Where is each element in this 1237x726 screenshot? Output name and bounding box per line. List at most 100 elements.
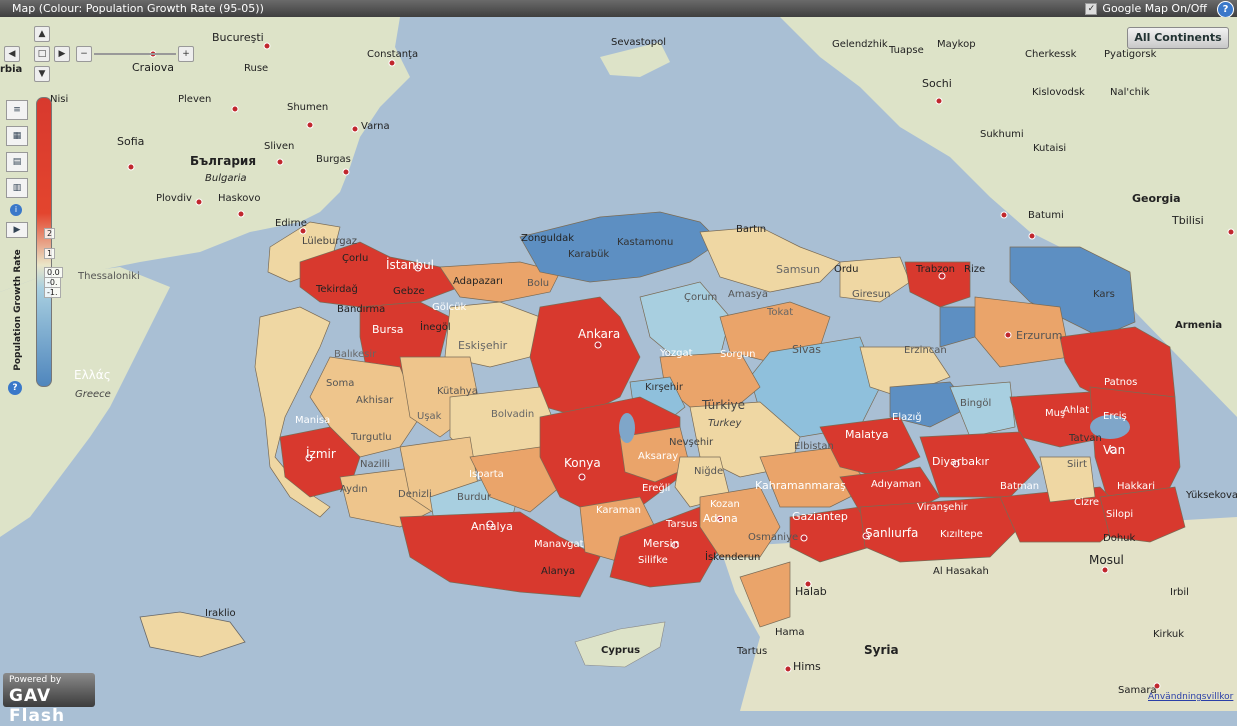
- svg-text:Aksaray: Aksaray: [638, 451, 678, 462]
- color-legend-bar[interactable]: [36, 97, 52, 387]
- svg-text:İzmir: İzmir: [306, 446, 336, 461]
- svg-text:Karaman: Karaman: [596, 505, 641, 516]
- svg-text:Antalya: Antalya: [471, 520, 513, 533]
- map-canvas[interactable]: Bucureşti Constanţa Craiova Ruse Pleven …: [0, 17, 1237, 711]
- svg-text:Irbil: Irbil: [1170, 587, 1189, 598]
- tool-table-icon[interactable]: ▤: [6, 152, 28, 172]
- svg-text:Bucureşti: Bucureşti: [212, 31, 264, 44]
- pan-left-button[interactable]: ◀: [4, 46, 20, 62]
- help-icon[interactable]: ?: [1217, 1, 1234, 18]
- svg-text:Samsun: Samsun: [776, 263, 820, 276]
- svg-text:Halab: Halab: [795, 585, 827, 598]
- svg-text:Kislovodsk: Kislovodsk: [1032, 87, 1085, 98]
- svg-text:Çorum: Çorum: [684, 292, 717, 303]
- svg-text:Bulgaria: Bulgaria: [205, 173, 246, 184]
- svg-text:Eskişehir: Eskişehir: [458, 339, 508, 352]
- svg-text:Alanya: Alanya: [541, 566, 575, 577]
- svg-text:Plovdiv: Plovdiv: [156, 193, 192, 204]
- svg-text:Haskovo: Haskovo: [218, 193, 260, 204]
- svg-text:Nal'chik: Nal'chik: [1110, 87, 1150, 98]
- svg-text:İstanbul: İstanbul: [386, 257, 434, 272]
- svg-text:İskenderun: İskenderun: [705, 550, 760, 563]
- svg-text:Mersin: Mersin: [643, 537, 680, 550]
- legend-title: Population Growth Rate: [13, 249, 23, 371]
- svg-text:Turgutlu: Turgutlu: [350, 432, 392, 443]
- svg-text:Adıyaman: Adıyaman: [871, 479, 921, 490]
- svg-text:İnegöl: İnegöl: [420, 320, 451, 333]
- svg-text:Osmaniye: Osmaniye: [748, 532, 798, 543]
- map-svg[interactable]: Bucureşti Constanţa Craiova Ruse Pleven …: [0, 17, 1237, 711]
- svg-text:Isparta: Isparta: [469, 469, 504, 480]
- svg-text:Gebze: Gebze: [393, 286, 425, 297]
- pan-center-button[interactable]: □: [34, 46, 50, 62]
- svg-text:Amasya: Amasya: [728, 289, 768, 300]
- svg-text:Maykop: Maykop: [937, 39, 976, 50]
- lake-tuz: [619, 413, 635, 443]
- play-button[interactable]: ▶: [6, 222, 28, 238]
- tool-bar: ≡ ▦ ▤ ▥ i ▶: [6, 100, 28, 244]
- svg-text:Gaziantep: Gaziantep: [792, 510, 848, 523]
- svg-text:Karabük: Karabük: [568, 249, 609, 260]
- terms-link[interactable]: Användningsvillkor: [1148, 692, 1233, 702]
- pan-right-button[interactable]: ▶: [54, 46, 70, 62]
- svg-text:Tuapse: Tuapse: [888, 45, 924, 56]
- svg-text:Lüleburgaz: Lüleburgaz: [302, 236, 357, 247]
- svg-text:Georgia: Georgia: [1132, 192, 1181, 205]
- svg-text:Manavgat: Manavgat: [534, 539, 584, 550]
- google-map-checkbox[interactable]: ✓: [1085, 2, 1098, 15]
- svg-text:Trabzon: Trabzon: [915, 264, 955, 275]
- zoom-slider-track[interactable]: [94, 53, 176, 55]
- svg-text:Turkey: Turkey: [708, 418, 742, 429]
- tool-grid-icon[interactable]: ▦: [6, 126, 28, 146]
- svg-text:Niğde: Niğde: [694, 465, 723, 477]
- legend-tick: 1: [44, 248, 56, 259]
- svg-text:Aydın: Aydın: [340, 484, 368, 495]
- svg-text:Kahramanmaraş: Kahramanmaraş: [755, 479, 846, 492]
- svg-text:България: България: [190, 154, 256, 168]
- zoom-out-button[interactable]: −: [76, 46, 92, 62]
- svg-text:Ankara: Ankara: [578, 327, 620, 341]
- svg-text:Shumen: Shumen: [287, 102, 328, 113]
- svg-text:Kozan: Kozan: [710, 499, 740, 510]
- pan-down-button[interactable]: ▼: [34, 66, 50, 82]
- svg-text:Şanlıurfa: Şanlıurfa: [865, 526, 918, 540]
- svg-text:Burgas: Burgas: [316, 154, 351, 165]
- svg-text:Balıkesir: Balıkesir: [334, 349, 377, 360]
- all-continents-button[interactable]: All Continents: [1127, 27, 1229, 49]
- svg-text:Kızıltepe: Kızıltepe: [940, 529, 983, 540]
- svg-text:Gölcük: Gölcük: [432, 302, 466, 313]
- google-map-toggle[interactable]: ✓ Google Map On/Off: [1085, 0, 1207, 17]
- svg-text:Tbilisi: Tbilisi: [1171, 214, 1204, 227]
- svg-text:Yozgat: Yozgat: [659, 348, 693, 359]
- svg-text:Adana: Adana: [703, 512, 738, 525]
- svg-text:Çorlu: Çorlu: [342, 253, 368, 264]
- svg-text:Kutaisi: Kutaisi: [1033, 143, 1066, 154]
- tool-chart-icon[interactable]: ▥: [6, 178, 28, 198]
- svg-text:Hakkari: Hakkari: [1117, 481, 1155, 492]
- pan-up-button[interactable]: ▲: [34, 26, 50, 42]
- svg-text:Patnos: Patnos: [1104, 377, 1137, 388]
- google-map-toggle-label[interactable]: Google Map On/Off: [1102, 0, 1207, 17]
- svg-text:Silopi: Silopi: [1106, 509, 1133, 520]
- svg-text:Ελλάς: Ελλάς: [74, 368, 111, 382]
- svg-text:Tatvan: Tatvan: [1068, 433, 1102, 444]
- svg-text:Manisa: Manisa: [295, 415, 330, 426]
- zoom-in-button[interactable]: +: [178, 46, 194, 62]
- svg-text:Cherkessk: Cherkessk: [1025, 49, 1077, 60]
- info-icon[interactable]: i: [10, 204, 22, 216]
- powered-by-label: Powered by: [9, 675, 62, 685]
- svg-text:Bursa: Bursa: [372, 323, 404, 336]
- svg-text:Al Hasakah: Al Hasakah: [933, 566, 989, 577]
- svg-text:Gelendzhik: Gelendzhik: [832, 39, 888, 50]
- powered-by-badge[interactable]: Powered by GAV Flash: [3, 673, 95, 726]
- legend-help-icon[interactable]: ?: [8, 381, 22, 395]
- svg-text:Tokat: Tokat: [766, 307, 793, 318]
- svg-text:Nevşehir: Nevşehir: [669, 437, 714, 448]
- svg-text:Yüksekova: Yüksekova: [1185, 490, 1237, 501]
- svg-text:Kırşehir: Kırşehir: [645, 382, 684, 393]
- svg-text:Van: Van: [1103, 443, 1125, 457]
- tool-list-icon[interactable]: ≡: [6, 100, 28, 120]
- svg-text:Malatya: Malatya: [845, 428, 889, 441]
- svg-text:Mosul: Mosul: [1089, 553, 1124, 567]
- svg-text:Kars: Kars: [1093, 289, 1115, 300]
